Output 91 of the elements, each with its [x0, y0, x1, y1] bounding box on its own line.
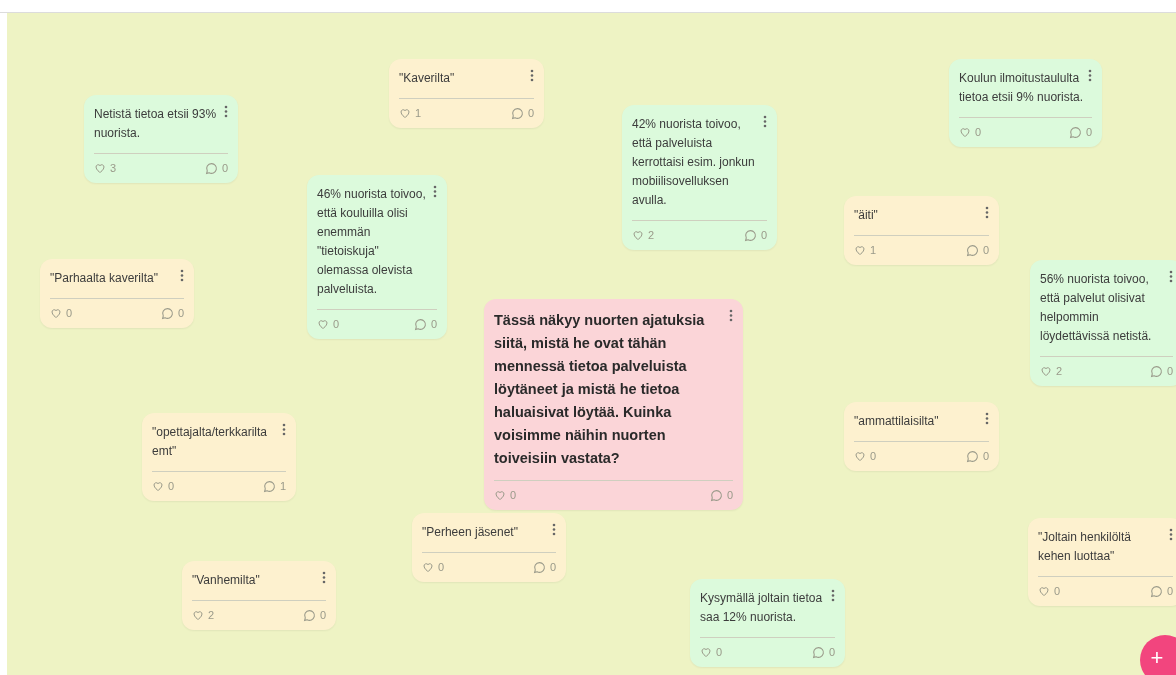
like-count: 2 — [208, 608, 215, 623]
heart-icon — [632, 229, 644, 242]
comment-count: 0 — [828, 645, 835, 660]
more-options-icon[interactable] — [1169, 528, 1173, 541]
note-text: 56% nuorista toivoo, että palvelut olisivat helpommin löydettävissä netistä. — [1040, 271, 1153, 345]
heart-icon — [399, 107, 411, 120]
like-count: 1 — [870, 243, 877, 258]
heart-icon — [494, 489, 506, 502]
comment-icon — [743, 228, 757, 242]
note-text: 42% nuorista toivoo, että palveluista kerrottaisi esim. jonkun mobiilisovelluksen avulla. — [632, 116, 756, 209]
like-count: 1 — [415, 106, 422, 121]
note-text: Kysymällä joltain tietoa saa 12% nuorista. — [700, 590, 824, 626]
heart-icon — [854, 244, 866, 257]
note-text: "Vanhemilta" — [192, 572, 261, 589]
add-button[interactable]: + — [1140, 635, 1176, 675]
comment-count: 0 — [982, 243, 989, 258]
comment-icon — [1149, 584, 1163, 598]
comment-icon — [204, 161, 218, 175]
like-count: 2 — [1056, 364, 1063, 379]
comment-count: 1 — [279, 479, 286, 494]
comment-count: 0 — [177, 306, 184, 321]
heart-icon — [94, 162, 106, 175]
comment-count: 0 — [319, 608, 326, 623]
note-text: Koulun ilmoitustaululta tietoa etsii 9% nuorista. — [959, 70, 1084, 106]
note-text: "Perheen jäsenet" — [422, 524, 519, 541]
comment-icon — [413, 317, 427, 331]
comment-count: 0 — [1166, 364, 1173, 379]
comment-icon — [262, 479, 276, 493]
heart-icon — [854, 450, 866, 463]
more-options-icon[interactable] — [1088, 69, 1092, 82]
note-text: 46% nuorista toivoo, että kouluilla olisi enemmän "tietoiskuja" olemassa olevista palveluista. — [317, 186, 427, 298]
note-text: "äiti" — [854, 207, 879, 224]
more-options-icon[interactable] — [985, 206, 989, 219]
heart-icon — [1038, 585, 1050, 598]
comment-count: 0 — [527, 106, 534, 121]
more-options-icon[interactable] — [552, 523, 556, 536]
like-count: 0 — [716, 645, 723, 660]
like-count: 0 — [870, 449, 877, 464]
comment-icon — [160, 306, 174, 320]
note-text: "Parhaalta kaverilta" — [50, 270, 159, 287]
comment-icon — [1149, 364, 1163, 378]
note-text: "ammattilaisilta" — [854, 413, 940, 430]
more-options-icon[interactable] — [180, 269, 184, 282]
like-count: 0 — [510, 488, 517, 503]
like-count: 0 — [438, 560, 445, 575]
note-text: "opettajalta/terkkarilta emt" — [152, 424, 268, 460]
comment-count: 0 — [982, 449, 989, 464]
note-text: Netistä tietoa etsii 93% nuorista. — [94, 106, 218, 142]
comment-icon — [965, 243, 979, 257]
comment-count: 0 — [1166, 584, 1173, 599]
more-options-icon[interactable] — [530, 69, 534, 82]
more-options-icon[interactable] — [224, 105, 228, 118]
heart-icon — [152, 480, 164, 493]
note-text: "Kaverilta" — [399, 70, 456, 87]
heart-icon — [50, 307, 62, 320]
heart-icon — [959, 126, 971, 139]
comment-icon — [510, 106, 524, 120]
like-count: 2 — [648, 228, 655, 243]
note-text: "Joltain henkilöltä kehen luottaa" — [1038, 529, 1132, 565]
comment-count: 0 — [726, 488, 733, 503]
like-count: 3 — [110, 161, 117, 176]
heart-icon — [700, 646, 712, 659]
comment-icon — [709, 488, 723, 502]
comment-icon — [1068, 125, 1082, 139]
comment-icon — [302, 608, 316, 622]
more-options-icon[interactable] — [729, 309, 733, 322]
comment-icon — [532, 560, 546, 574]
heart-icon — [1040, 365, 1052, 378]
comment-icon — [965, 449, 979, 463]
comment-count: 0 — [221, 161, 228, 176]
heart-icon — [317, 318, 329, 331]
comment-count: 0 — [1085, 125, 1092, 140]
comment-count: 0 — [760, 228, 767, 243]
comment-icon — [811, 645, 825, 659]
comment-count: 0 — [549, 560, 556, 575]
like-count: 0 — [333, 317, 340, 332]
heart-icon — [422, 561, 434, 574]
like-count: 0 — [975, 125, 982, 140]
like-count: 0 — [66, 306, 73, 321]
like-count: 0 — [1054, 584, 1061, 599]
more-options-icon[interactable] — [1169, 270, 1173, 283]
more-options-icon[interactable] — [985, 412, 989, 425]
more-options-icon[interactable] — [763, 115, 767, 128]
more-options-icon[interactable] — [322, 571, 326, 584]
note-text: Tässä näkyy nuorten ajatuksia siitä, mistä he ovat tähän mennessä tietoa palveluista löytäneet ja mistä he tietoa haluaisivat löytää. Kuinka voisimme näihin nuorten toiveisiin vastata? — [494, 311, 706, 468]
more-options-icon[interactable] — [282, 423, 286, 436]
more-options-icon[interactable] — [831, 589, 835, 602]
heart-icon — [192, 609, 204, 622]
comment-count: 0 — [430, 317, 437, 332]
like-count: 0 — [168, 479, 175, 494]
more-options-icon[interactable] — [433, 185, 437, 198]
